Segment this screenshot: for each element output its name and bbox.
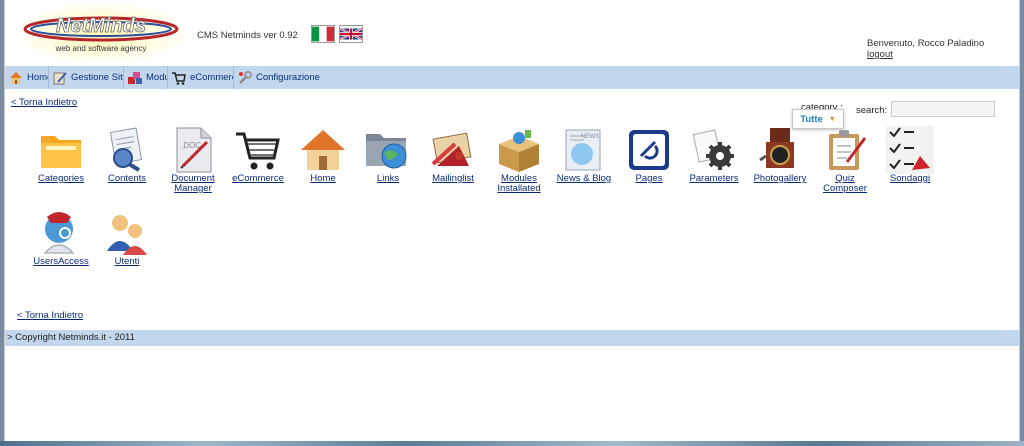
- nav-item-gestione-sito[interactable]: Gestione Sito: [49, 66, 124, 89]
- copyright-text: > Copyright Netminds.it - 2011: [7, 332, 135, 343]
- module-tile-usersaccess[interactable]: UsersAccess: [29, 209, 93, 267]
- modules-icon: [128, 71, 142, 84]
- module-label: Document Manager: [171, 173, 215, 194]
- module-label: UsersAccess: [33, 256, 89, 267]
- svg-text:.DOC: .DOC: [181, 141, 201, 150]
- mail-icon: [431, 132, 472, 166]
- module-tile-document-manager[interactable]: .DOC Document Manager: [161, 126, 225, 194]
- welcome-box: Benvenuto, Rocco Paladino logout: [867, 38, 984, 60]
- module-label: News & Blog: [556, 173, 612, 184]
- search-input[interactable]: [891, 101, 995, 117]
- pages-icon: [629, 130, 669, 170]
- user-access-icon: [43, 212, 75, 254]
- module-tile-sondaggi[interactable]: Sondaggi: [878, 126, 942, 184]
- module-tile-modules-installated[interactable]: Modules Installated: [487, 126, 551, 194]
- search-label: search:: [856, 105, 888, 116]
- users-icon: [107, 215, 147, 255]
- nav-item-configurazione[interactable]: Configurazione: [234, 66, 334, 89]
- back-link-top[interactable]: < Torna Indietro: [11, 97, 77, 108]
- module-label: Parameters: [689, 173, 739, 184]
- checklist-icon: [886, 126, 934, 174]
- nav-item-label: eCommerce: [190, 72, 233, 83]
- home-icon: [10, 71, 22, 84]
- nav-item-label: Gestione Sito: [71, 72, 124, 83]
- browser-window: NetMinds web and software agency CMS Net…: [4, 0, 1020, 441]
- nav-item-label: Home: [27, 72, 48, 83]
- module-label: Links: [376, 173, 400, 184]
- footer: > Copyright Netminds.it - 2011: [5, 330, 1019, 346]
- folder-icon: [41, 136, 81, 168]
- clipboard-icon: [829, 130, 867, 170]
- module-tile-ecommerce[interactable]: eCommerce: [226, 126, 290, 184]
- module-tile-quiz-composer[interactable]: Quiz Composer: [813, 126, 877, 194]
- cart-icon: [172, 71, 186, 85]
- italian-flag-icon[interactable]: [311, 25, 335, 43]
- module-label: Pages: [635, 173, 663, 184]
- module-tile-news-blog[interactable]: NEWS News & Blog: [552, 126, 616, 184]
- module-tile-utenti[interactable]: Utenti: [95, 209, 159, 267]
- contents-icon: [109, 127, 143, 172]
- camera-icon: [759, 128, 794, 168]
- svg-text:web and software agency: web and software agency: [55, 44, 147, 53]
- module-tile-mailinglist[interactable]: Mailinglist: [421, 126, 485, 184]
- box-icon: [499, 130, 539, 172]
- uk-flag-icon[interactable]: [339, 25, 363, 43]
- desktop-background: [0, 441, 1024, 446]
- svg-text:NEWS: NEWS: [581, 134, 599, 140]
- back-link-bottom[interactable]: < Torna Indietro: [17, 310, 83, 321]
- nav-item-label: Configurazione: [256, 72, 320, 83]
- module-tile-photogallery[interactable]: Photogallery: [748, 126, 812, 184]
- module-label: eCommerce: [232, 173, 284, 184]
- config-icon: [239, 70, 252, 84]
- nav-item-home[interactable]: Home: [5, 66, 49, 89]
- module-label: Home: [310, 173, 336, 184]
- module-tile-pages[interactable]: Pages: [617, 126, 681, 184]
- module-label: Sondaggi: [889, 173, 931, 184]
- nav-item-label: Moduli: [146, 72, 167, 83]
- nav-item-ecommerce[interactable]: eCommerce: [168, 66, 234, 89]
- document-icon: .DOC: [176, 127, 212, 173]
- language-flags: [311, 25, 363, 43]
- svg-text:NetMinds: NetMinds: [56, 15, 146, 37]
- cart-icon: [236, 132, 280, 170]
- module-tile-links[interactable]: Links: [356, 126, 420, 184]
- news-icon: NEWS: [565, 129, 601, 171]
- nav-item-moduli[interactable]: Moduli: [124, 66, 168, 89]
- module-tile-parameters[interactable]: Parameters: [682, 126, 746, 184]
- module-label: Contents: [107, 173, 147, 184]
- module-label: Categories: [38, 173, 84, 184]
- module-label: Utenti: [114, 256, 140, 267]
- netminds-logo[interactable]: NetMinds web and software agency: [17, 4, 185, 62]
- chevron-down-icon: ▼: [828, 115, 836, 123]
- logout-link[interactable]: logout: [867, 49, 893, 60]
- module-label: Quiz Composer: [823, 173, 867, 194]
- module-tile-categories[interactable]: Categories: [29, 126, 93, 184]
- module-label: Modules Installated: [497, 173, 541, 194]
- welcome-text: Benvenuto, Rocco Paladino: [867, 38, 985, 49]
- category-select-value: Tutte: [800, 113, 823, 125]
- home-icon: [301, 130, 345, 170]
- main-nav: Home Gestione Sito Moduli eCommerce Conf…: [5, 66, 1019, 89]
- module-tile-contents[interactable]: Contents: [95, 126, 159, 184]
- globe-folder-icon: [366, 134, 407, 169]
- module-label: Mailinglist: [432, 173, 474, 184]
- module-label: Photogallery: [753, 173, 807, 184]
- edit-icon: [53, 71, 67, 84]
- gear-icon: [692, 129, 734, 170]
- cms-version: CMS Netminds ver 0.92: [197, 30, 298, 41]
- module-tile-home[interactable]: Home: [291, 126, 355, 184]
